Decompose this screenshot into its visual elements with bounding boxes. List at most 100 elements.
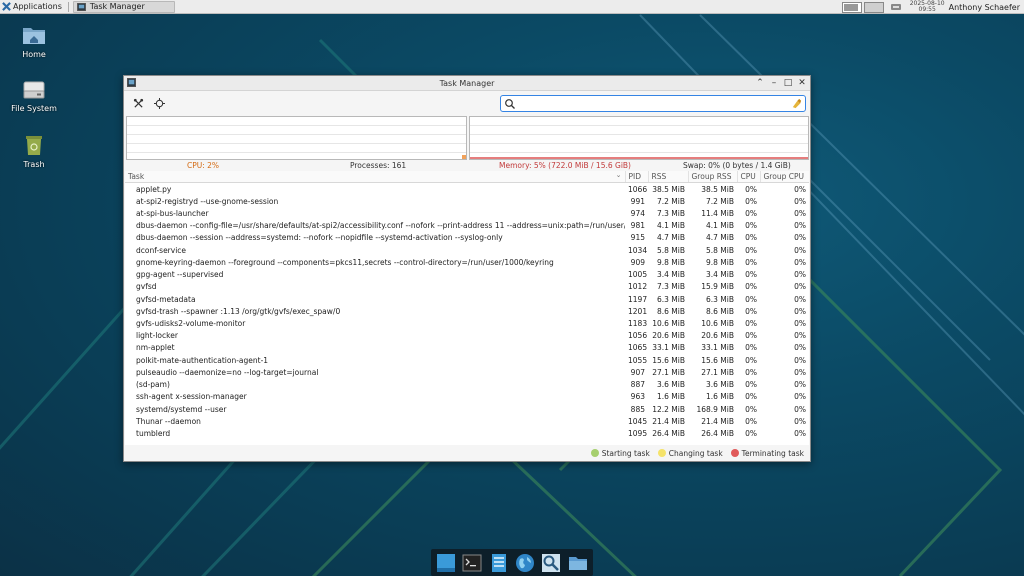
cell-task-name: systemd/systemd --user (136, 404, 227, 414)
table-row[interactable]: (sd-pam) 887 3.6 MiB 3.6 MiB 0% 0% (125, 379, 809, 391)
column-header-group-rss[interactable]: Group RSS (688, 171, 738, 183)
search-input[interactable] (519, 98, 791, 109)
table-row[interactable]: at-spi2-registryd --use-gnome-session 991… (125, 195, 809, 207)
window-app-icon[interactable] (127, 78, 136, 87)
table-row[interactable]: at-spi-bus-launcher 974 7.3 MiB 11.4 MiB 0% 0… (125, 207, 809, 219)
table-row[interactable]: gvfsd-trash --spawner :1.13 /org/gtk/gvf… (125, 305, 809, 317)
table-row[interactable]: gvfsd 1012 7.3 MiB 15.9 MiB 0% 0% (125, 281, 809, 293)
cell-pid: 1056 (628, 331, 648, 341)
maximize-window-button[interactable]: □ (783, 77, 793, 89)
cell-task-name: dbus-daemon --config-file=/usr/share/def… (136, 221, 625, 231)
close-window-button[interactable]: ✕ (797, 77, 807, 89)
column-header-group-cpu[interactable]: Group CPU (760, 171, 809, 183)
table-row[interactable]: ssh-agent x-session-manager 963 1.6 MiB 1.6… (125, 391, 809, 403)
cell-task-name: gvfs-udisks2-volume-monitor (136, 319, 246, 329)
workspace-2-button[interactable] (863, 1, 884, 13)
cell-group-rss: 3.4 MiB (705, 270, 734, 280)
dock-app-finder[interactable] (540, 552, 562, 574)
task-manager-window: Task Manager ⌃ – □ ✕ CPU: 2% Processes: … (123, 75, 811, 462)
table-row[interactable]: gvfs-udisks2-volume-monitor 1183 10.6 MiB 1… (125, 317, 809, 329)
desktop-icon-label: Home (22, 50, 46, 59)
column-header-task[interactable]: Task ⌄ (125, 171, 626, 183)
cell-rss: 12.2 MiB (652, 404, 685, 414)
cell-cpu: 0% (745, 196, 757, 206)
cell-group-cpu: 0% (794, 319, 806, 329)
table-row[interactable]: pulseaudio --daemonize=no --log-target=j… (125, 366, 809, 378)
table-row[interactable]: Thunar --daemon 1045 21.4 MiB 21.4 MiB 0% 0% (125, 415, 809, 427)
cell-cpu: 0% (745, 343, 757, 353)
table-row[interactable]: tumblerd 1095 26.4 MiB 26.4 MiB 0% 0% (125, 427, 809, 439)
cell-rss: 10.6 MiB (652, 319, 685, 329)
cell-group-rss: 7.2 MiB (705, 196, 734, 206)
workspace-1-button[interactable] (841, 1, 862, 13)
desktop-icon-file-system[interactable]: File System (4, 79, 64, 113)
cell-pid: 885 (630, 404, 645, 414)
table-row[interactable]: gnome-keyring-daemon --foreground --comp… (125, 256, 809, 268)
applications-menu-button[interactable]: Applications (0, 0, 66, 14)
table-row[interactable]: light-locker 1056 20.6 MiB 20.6 MiB 0% 0% (125, 330, 809, 342)
window-titlebar[interactable]: Task Manager ⌃ – □ ✕ (124, 76, 810, 91)
cell-rss: 7.3 MiB (656, 209, 685, 219)
dock-show-desktop[interactable] (435, 552, 457, 574)
cell-task-name: tumblerd (136, 428, 171, 438)
monitor-graphs (124, 115, 810, 161)
table-row[interactable]: dbus-daemon --config-file=/usr/share/def… (125, 220, 809, 232)
cell-cpu: 0% (745, 221, 757, 231)
table-row[interactable]: systemd/systemd --user 885 12.2 MiB 168.9 M… (125, 403, 809, 415)
legend-terminating: Terminating task (730, 448, 804, 458)
cell-group-rss: 8.6 MiB (705, 306, 734, 316)
table-row[interactable]: gvfsd-metadata 1197 6.3 MiB 6.3 MiB 0% 0% (125, 293, 809, 305)
cpu-usage-text: CPU: 2% (187, 161, 220, 170)
cell-task-name: dconf-service (136, 245, 187, 255)
memory-graph-fill (470, 157, 808, 159)
table-row[interactable]: applet.py 1066 38.5 MiB 38.5 MiB 0% 0% (125, 183, 809, 196)
memory-graph (469, 116, 809, 160)
table-row[interactable]: dconf-service 1034 5.8 MiB 5.8 MiB 0% 0% (125, 244, 809, 256)
network-icon[interactable] (890, 2, 902, 12)
table-row[interactable]: nm-applet 1065 33.1 MiB 33.1 MiB 0% 0% (125, 342, 809, 354)
cell-pid: 981 (630, 221, 645, 231)
dock-terminal[interactable] (461, 552, 483, 574)
process-count-text: Processes: 161 (350, 161, 407, 170)
settings-tools-icon[interactable] (133, 98, 144, 109)
cell-cpu: 0% (745, 233, 757, 243)
desktop-icon-home[interactable]: Home (4, 23, 64, 59)
table-row[interactable]: dbus-daemon --session --address=systemd:… (125, 232, 809, 244)
cell-task-name: Thunar --daemon (136, 416, 201, 426)
minimize-window-button[interactable]: – (769, 77, 779, 89)
table-row[interactable]: gpg-agent --supervised 1005 3.4 MiB 3.4 MiB… (125, 269, 809, 281)
cell-pid: 1005 (628, 270, 648, 280)
xfce-logo-icon (2, 2, 11, 11)
taskbar-task-manager-button[interactable]: Task Manager (72, 0, 175, 13)
cell-cpu: 0% (745, 184, 757, 194)
cell-group-cpu: 0% (794, 209, 806, 219)
user-menu[interactable]: Anthony Schaefer (949, 3, 1024, 12)
cell-group-cpu: 0% (794, 331, 806, 341)
cell-group-cpu: 0% (794, 270, 806, 280)
cell-cpu: 0% (745, 257, 757, 267)
cell-pid: 1066 (628, 184, 648, 194)
clear-search-icon[interactable] (791, 98, 802, 109)
cell-group-rss: 21.4 MiB (701, 416, 734, 426)
cell-rss: 20.6 MiB (652, 331, 685, 341)
crosshair-icon[interactable] (154, 97, 165, 109)
toolbar (124, 91, 810, 115)
shade-window-button[interactable]: ⌃ (755, 77, 765, 89)
cell-pid: 991 (630, 196, 645, 206)
dock-file-manager[interactable] (488, 552, 510, 574)
dock (431, 549, 593, 576)
column-header-rss[interactable]: RSS (648, 171, 689, 183)
clock[interactable]: 2025-08-10 09:55 (910, 1, 945, 13)
desktop-icon-trash[interactable]: Trash (4, 133, 64, 169)
drive-icon (23, 81, 45, 99)
table-row[interactable]: polkit-mate-authentication-agent-1 1055 15… (125, 354, 809, 366)
column-header-pid[interactable]: PID (625, 171, 649, 183)
column-header-cpu[interactable]: CPU (737, 171, 761, 183)
dock-web-browser[interactable] (514, 552, 536, 574)
cell-rss: 7.3 MiB (656, 282, 685, 292)
changing-dot-icon (657, 448, 666, 457)
terminal-icon (462, 554, 482, 571)
search-box[interactable] (500, 95, 806, 112)
dock-folder[interactable] (567, 552, 589, 574)
process-table: Task ⌄ PID RSS Group RSS CPU Group CPU ap… (125, 171, 809, 445)
